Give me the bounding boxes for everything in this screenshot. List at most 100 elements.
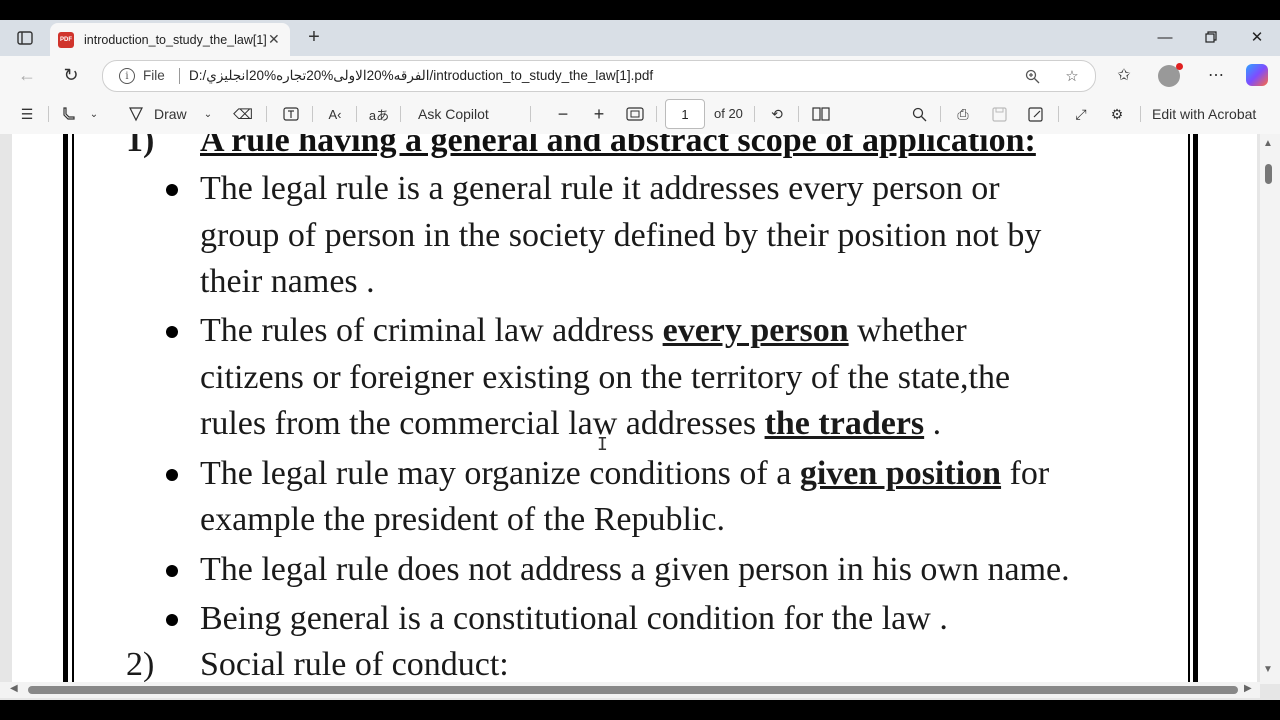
address-field[interactable]: i File D:/الفرقه%20الاولى%20تجاره%20انجل… (102, 60, 1096, 92)
fit-page-icon[interactable] (624, 103, 646, 125)
page-border-right-thin (1188, 134, 1190, 682)
vertical-scrollbar[interactable]: ▲ ▼ (1260, 134, 1280, 684)
read-aloud-icon[interactable]: A‹ (324, 103, 346, 125)
text-run: The rules of criminal law address (200, 312, 663, 349)
page-total: of 20 (714, 106, 743, 121)
url-text[interactable]: D:/الفرقه%20الاولى%20تجاره%20انجليزي/int… (189, 68, 653, 84)
text-box-icon[interactable] (280, 103, 302, 125)
close-icon[interactable]: ✕ (268, 31, 280, 48)
divider (656, 106, 657, 122)
divider (48, 106, 49, 122)
heading-number: 1) (126, 134, 155, 159)
paragraph-line: rules from the commercial law addresses … (200, 405, 941, 443)
active-tab[interactable]: PDF introduction_to_study_the_law[1].pdf… (50, 23, 290, 56)
chevron-down-icon[interactable]: ⌄ (200, 103, 216, 125)
close-window-icon[interactable]: ✕ (1242, 26, 1272, 48)
bullet (166, 326, 178, 338)
screen-bottom-band (0, 700, 1280, 720)
emphasis-text: given position (799, 455, 1002, 492)
paragraph-line: The rules of criminal law address every … (200, 312, 967, 350)
draw-icon[interactable] (126, 103, 146, 125)
eraser-icon[interactable]: ⌫ (232, 103, 254, 125)
rotate-icon[interactable]: ⟲ (766, 103, 788, 125)
tab-list-icon[interactable] (12, 26, 38, 50)
scroll-thumb[interactable] (28, 686, 1238, 694)
plus-icon[interactable]: + (302, 25, 326, 49)
emphasis-text: the traders (764, 405, 925, 442)
draw-button[interactable]: Draw (154, 103, 194, 125)
divider (1058, 106, 1059, 122)
paragraph-line: The legal rule may organize conditions o… (200, 455, 1049, 493)
translate-icon[interactable]: aあ (368, 103, 390, 125)
copilot-icon[interactable] (1246, 64, 1268, 86)
paragraph-line: example the president of the Republic. (200, 501, 725, 538)
pdf-page: 1) A rule having a general and abstract … (12, 134, 1257, 682)
minimize-icon[interactable]: — (1150, 26, 1180, 48)
save-as-icon[interactable] (1024, 103, 1046, 125)
bullet (166, 614, 178, 626)
pdf-viewer: 1) A rule having a general and abstract … (0, 134, 1280, 700)
paragraph-line: Being general is a constitutional condit… (200, 600, 948, 637)
back-arrow-icon[interactable]: ← (16, 64, 38, 86)
paragraph-line: citizens or foreigner existing on the te… (200, 359, 1011, 396)
contents-icon[interactable]: ☰ (16, 103, 38, 125)
address-bar-row: ← ↻ i File D:/الفرقه%20الاولى%20تجاره%20… (0, 56, 1280, 94)
section-number: 2) (126, 646, 155, 682)
scroll-down-icon[interactable]: ▼ (1263, 664, 1273, 675)
divider (940, 106, 941, 122)
section-heading: A rule having a general and abstract sco… (200, 134, 1036, 159)
text-run: rules from the commercial law addresses (200, 405, 765, 442)
tab-strip: PDF introduction_to_study_the_law[1].pdf… (0, 20, 1280, 56)
page-border-left-thin (72, 134, 74, 682)
zoom-icon[interactable] (1023, 67, 1041, 85)
text-run: . (924, 405, 942, 442)
scroll-right-icon[interactable]: ▶ (1244, 683, 1252, 694)
scroll-left-icon[interactable]: ◀ (10, 683, 18, 694)
divider (356, 106, 357, 122)
chevron-down-icon[interactable]: ⌄ (86, 103, 102, 125)
search-icon[interactable] (908, 103, 930, 125)
page-number-input[interactable]: 1 (665, 99, 705, 129)
browser-window: PDF introduction_to_study_the_law[1].pdf… (0, 0, 1280, 720)
text-cursor-icon: I (597, 434, 608, 455)
divider (312, 106, 313, 122)
settings-icon[interactable]: ⚙ (1106, 103, 1128, 125)
two-page-icon[interactable] (810, 103, 832, 125)
edit-with-acrobat-button[interactable]: Edit with Acrobat (1152, 103, 1268, 125)
screen-top-band (0, 0, 1280, 20)
divider (530, 106, 531, 122)
paragraph-line: The legal rule does not address a given … (200, 551, 1070, 588)
highlight-icon[interactable] (58, 103, 80, 125)
star-icon[interactable]: ☆ (1063, 67, 1081, 85)
bullet (166, 565, 178, 577)
page-border-right-thick (1193, 134, 1198, 682)
fullscreen-icon[interactable]: ⤢ (1070, 103, 1092, 125)
ask-copilot-button[interactable]: Ask Copilot (418, 103, 498, 125)
scroll-thumb[interactable] (1265, 164, 1272, 184)
tab-title: introduction_to_study_the_law[1].pdf (84, 32, 266, 47)
zoom-in-icon[interactable]: + (590, 103, 608, 125)
refresh-icon[interactable]: ↻ (60, 64, 82, 86)
print-icon[interactable]: ⎙ (952, 103, 974, 125)
info-icon[interactable]: i (119, 68, 135, 84)
more-icon[interactable]: ⋯ (1204, 64, 1228, 86)
text-run: whether (848, 312, 967, 349)
file-label: File (143, 68, 165, 83)
save-icon (988, 103, 1010, 125)
text-run: for (1001, 455, 1050, 492)
divider (179, 68, 180, 84)
bullet (166, 469, 178, 481)
zoom-out-icon[interactable]: − (554, 103, 572, 125)
paragraph-line: their names . (200, 263, 375, 300)
divider (754, 106, 755, 122)
emphasis-text: every person (662, 312, 849, 349)
scroll-up-icon[interactable]: ▲ (1263, 138, 1273, 149)
text-run: The legal rule may organize conditions o… (200, 455, 800, 492)
paragraph-line: The legal rule is a general rule it addr… (200, 170, 1000, 207)
page-border-left-thick (63, 134, 68, 682)
bullet (166, 184, 178, 196)
divider (1140, 106, 1141, 122)
favorites-icon[interactable]: ✩ (1112, 64, 1136, 86)
restore-icon[interactable] (1196, 26, 1226, 48)
horizontal-scrollbar[interactable]: ◀ ▶ (0, 682, 1260, 698)
